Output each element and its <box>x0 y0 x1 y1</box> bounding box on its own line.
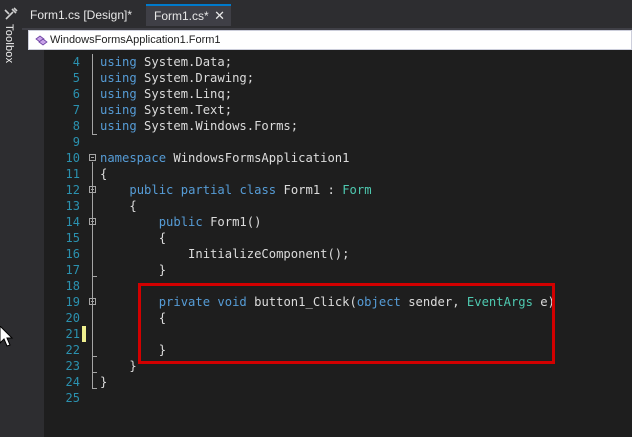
line-number: 23 <box>65 359 80 373</box>
fold-guide-end <box>92 134 97 135</box>
line-number: 11 <box>65 167 80 181</box>
navigation-bar[interactable]: WindowsFormsApplication1.Form1 <box>28 30 632 50</box>
line-number: 24 <box>65 375 80 389</box>
code-line[interactable]: { <box>100 198 136 214</box>
line-number: 21 <box>65 327 80 341</box>
line-number: 12 <box>65 183 80 197</box>
code-line[interactable]: using System.Data; <box>100 54 232 70</box>
code-line[interactable]: public Form1() <box>100 214 262 230</box>
code-line[interactable]: using System.Text; <box>100 102 232 118</box>
code-line[interactable]: } <box>100 374 107 390</box>
line-number: 19 <box>65 295 80 309</box>
line-number: 7 <box>72 103 80 117</box>
code-line[interactable]: } <box>100 262 166 278</box>
line-number: 20 <box>65 311 80 325</box>
code-line[interactable]: { <box>100 166 107 182</box>
line-number: 13 <box>65 199 80 213</box>
class-dropdown-label[interactable]: WindowsFormsApplication1.Form1 <box>50 31 221 49</box>
line-number: 5 <box>72 71 80 85</box>
fold-guide-usings <box>92 54 93 134</box>
code-line[interactable]: { <box>100 230 166 246</box>
fold-guide-namespace <box>92 162 93 388</box>
line-number: 9 <box>72 135 80 149</box>
line-number: 22 <box>65 343 80 357</box>
code-line[interactable]: using System.Drawing; <box>100 70 254 86</box>
tab-form1-design[interactable]: Form1.cs [Design]* <box>22 4 144 26</box>
class-icon <box>35 35 48 46</box>
annotation-highlight-box <box>138 283 555 364</box>
code-line[interactable]: public partial class Form1 : Form <box>100 182 371 198</box>
line-number: 8 <box>72 119 80 133</box>
code-line[interactable]: using System.Linq; <box>100 86 232 102</box>
line-number: 15 <box>65 231 80 245</box>
line-number: 16 <box>65 247 80 261</box>
close-icon[interactable]: ✕ <box>214 6 225 26</box>
unsaved-change-marker <box>82 326 86 342</box>
tab-label: Form1.cs* <box>154 9 209 23</box>
line-number: 18 <box>65 279 80 293</box>
toolbox-panel[interactable]: Toolbox <box>0 0 22 437</box>
fold-guide-end <box>92 356 97 357</box>
code-line[interactable]: namespace WindowsFormsApplication1 <box>100 150 349 166</box>
tab-form1-code[interactable]: Form1.cs* ✕ <box>146 4 231 26</box>
toolbox-label[interactable]: Toolbox <box>3 24 15 63</box>
visual-studio-window: Toolbox Form1.cs [Design]* Form1.cs* ✕ W… <box>0 0 632 437</box>
fold-guide-end <box>92 276 97 277</box>
code-line[interactable]: } <box>100 358 136 374</box>
mouse-cursor-icon <box>0 326 14 347</box>
line-number: 25 <box>65 391 80 405</box>
line-number: 10 <box>65 151 80 165</box>
line-number: 4 <box>72 55 80 69</box>
editor-left-margin <box>22 50 44 437</box>
tab-label: Form1.cs [Design]* <box>30 8 133 22</box>
code-line[interactable]: using System.Windows.Forms; <box>100 118 298 134</box>
line-number: 14 <box>65 215 80 229</box>
fold-toggle-namespace[interactable] <box>89 154 96 161</box>
fold-guide-end <box>92 388 97 389</box>
document-tab-strip: Form1.cs [Design]* Form1.cs* ✕ <box>22 0 632 30</box>
fold-guide-end <box>92 372 97 373</box>
line-number: 17 <box>65 263 80 277</box>
line-number: 6 <box>72 87 80 101</box>
toolbox-icon[interactable] <box>3 6 19 22</box>
code-line[interactable]: InitializeComponent(); <box>100 246 349 262</box>
